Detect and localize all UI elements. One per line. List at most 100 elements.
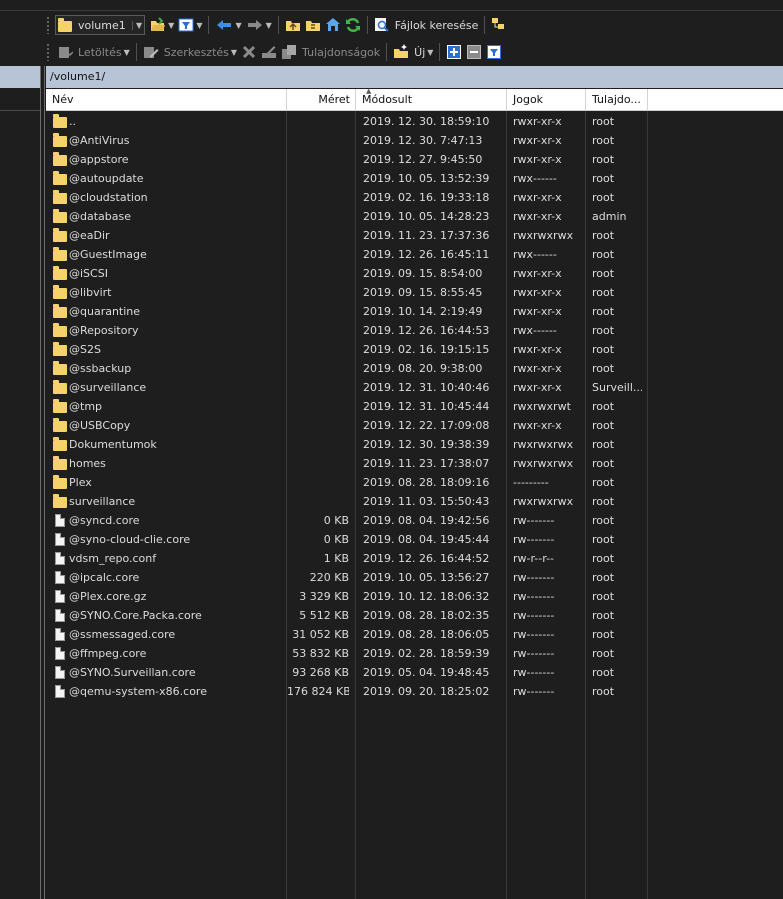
file-row[interactable]: @ipcalc.core 220 KB 2019. 10. 05. 13:56:27…: [46, 568, 783, 587]
delete-button[interactable]: [239, 42, 259, 62]
file-row[interactable]: @iSCSI 2019. 09. 15. 8:54:00 rwxr-xr-x root: [46, 264, 783, 283]
file-row[interactable]: @ssmessaged.core 31 052 KB 2019. 08. 28. 1…: [46, 625, 783, 644]
find-files-button[interactable]: Fájlok keresése: [372, 15, 481, 35]
file-row[interactable]: @ffmpeg.core 53 832 KB 2019. 02. 28. 18:59…: [46, 644, 783, 663]
file-row[interactable]: @Plex.core.gz 3 329 KB 2019. 10. 12. 18:06…: [46, 587, 783, 606]
file-row[interactable]: @surveillance 2019. 12. 31. 10:40:46 rwxr-…: [46, 378, 783, 397]
file-row[interactable]: homes 2019. 11. 23. 17:38:07 rwxrwxrwx root: [46, 454, 783, 473]
file-row[interactable]: @tmp 2019. 12. 31. 10:45:44 rwxrwxrwt root: [46, 397, 783, 416]
file-row[interactable]: @ssbackup 2019. 08. 20. 9:38:00 rwxr-xr-x r…: [46, 359, 783, 378]
select-all-button[interactable]: [444, 42, 464, 62]
file-name: @Plex.core.gz: [69, 590, 147, 603]
minus-box-icon: [467, 45, 482, 59]
file-row[interactable]: @SYNO.Surveillan.core 93 268 KB 2019. 05. …: [46, 663, 783, 682]
file-row[interactable]: @syno-cloud-clie.core 0 KB 2019. 08. 04. 1…: [46, 530, 783, 549]
chevron-down-icon[interactable]: ▼: [427, 48, 433, 57]
column-header-modified[interactable]: Módosult: [356, 89, 507, 110]
chevron-down-icon[interactable]: ▼: [124, 48, 130, 57]
edit-button[interactable]: Szerkesztés ▼: [141, 42, 239, 62]
file-modified: 2019. 11. 23. 17:38:07: [363, 457, 490, 470]
file-name: @autoupdate: [69, 172, 144, 185]
file-row[interactable]: @appstore 2019. 12. 27. 9:45:50 rwxr-xr-x r…: [46, 150, 783, 169]
file-name: @ssmessaged.core: [69, 628, 176, 641]
file-row[interactable]: vdsm_repo.conf 1 KB 2019. 12. 26. 16:44:52…: [46, 549, 783, 568]
file-icon: [52, 647, 68, 660]
file-permissions: rwxr-xr-x: [513, 381, 562, 394]
chevron-down-icon[interactable]: ▼: [235, 21, 241, 30]
column-header-size[interactable]: Méret: [287, 89, 356, 110]
chevron-down-icon[interactable]: ▼: [168, 21, 174, 30]
file-name-cell: @SYNO.Surveillan.core: [52, 663, 286, 682]
file-modified: 2019. 09. 20. 18:25:02: [363, 685, 490, 698]
file-permissions: rwxr-xr-x: [513, 210, 562, 223]
column-header-name[interactable]: Név: [46, 89, 287, 110]
open-folder-button[interactable]: ▼: [148, 15, 176, 35]
file-permissions: rwx------: [513, 172, 557, 185]
back-button[interactable]: ▼: [213, 15, 243, 35]
deselect-button[interactable]: [464, 42, 484, 62]
toolbar-grip[interactable]: [46, 43, 50, 61]
file-owner: root: [592, 685, 615, 698]
file-row[interactable]: .. 2019. 12. 30. 18:59:10 rwxr-xr-x root: [46, 112, 783, 131]
toolbar-separator: [484, 16, 486, 34]
location-combo[interactable]: volume1 ▼: [55, 15, 146, 35]
file-name: Dokumentumok: [69, 438, 157, 451]
file-owner: root: [592, 666, 615, 679]
file-owner: root: [592, 419, 615, 432]
forward-button[interactable]: ▼: [244, 15, 274, 35]
file-icon: [52, 533, 68, 546]
file-row[interactable]: @eaDir 2019. 11. 23. 17:37:36 rwxrwxrwx roo…: [46, 226, 783, 245]
home-button[interactable]: [323, 15, 343, 35]
refresh-button[interactable]: [343, 15, 363, 35]
file-permissions: rw-------: [513, 647, 555, 660]
file-name-cell: @S2S: [52, 340, 286, 359]
file-row[interactable]: @Repository 2019. 12. 26. 16:44:53 rwx----…: [46, 321, 783, 340]
download-button[interactable]: Letöltés ▼: [55, 42, 132, 62]
chevron-down-icon[interactable]: ▼: [266, 21, 272, 30]
current-path[interactable]: /volume1/: [46, 66, 783, 88]
file-row[interactable]: @qemu-system-x86.core 176 824 KB 2019. 09.…: [46, 682, 783, 701]
file-modified: 2019. 11. 03. 15:50:43: [363, 495, 490, 508]
file-row[interactable]: @S2S 2019. 02. 16. 19:15:15 rwxr-xr-x root: [46, 340, 783, 359]
file-name: Plex: [69, 476, 92, 489]
file-row[interactable]: @libvirt 2019. 09. 15. 8:55:45 rwxr-xr-x ro…: [46, 283, 783, 302]
column-header-owner[interactable]: Tulajdo...: [586, 89, 648, 110]
chevron-down-icon[interactable]: ▼: [132, 20, 142, 30]
file-row[interactable]: Dokumentumok 2019. 12. 30. 19:38:39 rwxrwx…: [46, 435, 783, 454]
chevron-down-icon[interactable]: ▼: [231, 48, 237, 57]
file-row[interactable]: @quarantine 2019. 10. 14. 2:19:49 rwxr-xr-…: [46, 302, 783, 321]
file-owner: root: [592, 590, 615, 603]
file-row[interactable]: @AntiVirus 2019. 12. 30. 7:47:13 rwxr-xr-x…: [46, 131, 783, 150]
new-button[interactable]: Új ▼: [391, 42, 435, 62]
file-size: 53 832 KB: [292, 647, 349, 660]
chevron-down-icon[interactable]: ▼: [196, 21, 202, 30]
rename-button[interactable]: [259, 42, 279, 62]
file-modified: 2019. 10. 05. 13:56:27: [363, 571, 490, 584]
panel-splitter[interactable]: [40, 66, 41, 899]
file-icon: [52, 552, 68, 565]
file-modified: 2019. 09. 15. 8:54:00: [363, 267, 483, 280]
download-label: Letöltés: [78, 45, 122, 59]
file-row[interactable]: @syncd.core 0 KB 2019. 08. 04. 19:42:56 rw-…: [46, 511, 783, 530]
file-row[interactable]: surveillance 2019. 11. 03. 15:50:43 rwxrwx…: [46, 492, 783, 511]
root-folder-button[interactable]: [303, 15, 323, 35]
file-row[interactable]: @cloudstation 2019. 02. 16. 19:33:18 rwxr-…: [46, 188, 783, 207]
panel-splitter[interactable]: [44, 66, 45, 899]
file-row[interactable]: @GuestImage 2019. 12. 26. 16:45:11 rwx----…: [46, 245, 783, 264]
parent-folder-button[interactable]: [283, 15, 303, 35]
file-row[interactable]: @USBCopy 2019. 12. 22. 17:09:08 rwxr-xr-x r…: [46, 416, 783, 435]
file-row[interactable]: Plex 2019. 08. 28. 18:09:16 --------- root: [46, 473, 783, 492]
file-row[interactable]: @database 2019. 10. 05. 14:28:23 rwxr-xr-x…: [46, 207, 783, 226]
filter-button[interactable]: ▼: [176, 15, 204, 35]
folder-icon: [52, 209, 68, 223]
file-name-cell: homes: [52, 454, 286, 473]
filter-select-button[interactable]: [484, 42, 504, 62]
left-panel[interactable]: [0, 66, 40, 899]
properties-button[interactable]: Tulajdonságok: [279, 42, 382, 62]
column-header-permissions[interactable]: Jogok: [507, 89, 586, 110]
file-row[interactable]: @autoupdate 2019. 10. 05. 13:52:39 rwx----…: [46, 169, 783, 188]
tree-view-button[interactable]: [489, 15, 509, 35]
toolbar-grip[interactable]: [46, 16, 50, 34]
file-name-cell: @Plex.core.gz: [52, 587, 286, 606]
file-row[interactable]: @SYNO.Core.Packa.core 5 512 KB 2019. 08. 2…: [46, 606, 783, 625]
